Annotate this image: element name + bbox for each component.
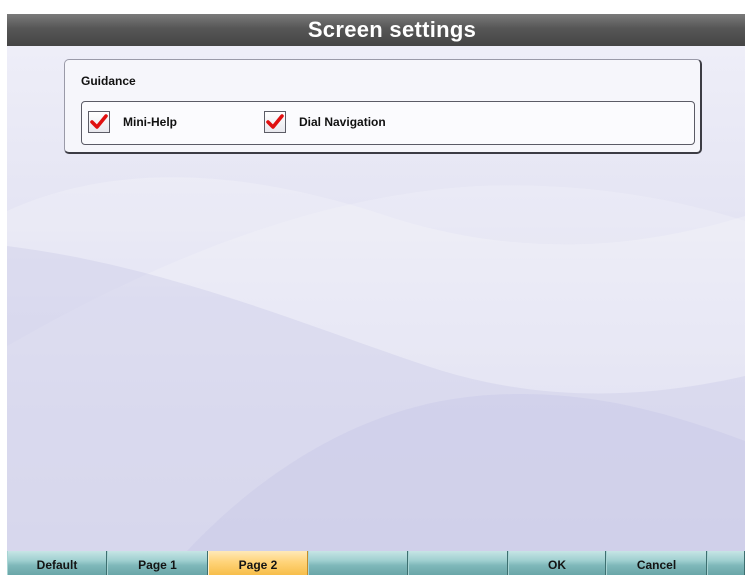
guidance-options-box: Mini-Help Dial Navigation bbox=[81, 101, 695, 145]
ok-button[interactable]: OK bbox=[508, 551, 606, 575]
mini-help-checkbox[interactable] bbox=[88, 111, 110, 133]
page-1-button[interactable]: Page 1 bbox=[107, 551, 208, 575]
dial-navigation-option[interactable]: Dial Navigation bbox=[264, 111, 386, 133]
window-title: Screen settings bbox=[307, 17, 477, 42]
mini-help-label: Mini-Help bbox=[123, 115, 177, 129]
title-bar: Screen settings bbox=[7, 14, 745, 46]
page-2-button[interactable]: Page 2 bbox=[208, 551, 308, 575]
empty-button-8[interactable] bbox=[707, 551, 745, 575]
dial-navigation-label: Dial Navigation bbox=[299, 115, 386, 129]
default-button[interactable]: Default bbox=[7, 551, 107, 575]
content-area: Guidance Mini-Help Dial Navigation bbox=[7, 46, 745, 551]
red-checkmark-icon bbox=[266, 114, 284, 129]
cancel-button[interactable]: Cancel bbox=[606, 551, 707, 575]
empty-button-4[interactable] bbox=[308, 551, 408, 575]
guidance-panel: Guidance Mini-Help Dial Navigation bbox=[64, 59, 702, 154]
empty-button-5[interactable] bbox=[408, 551, 508, 575]
screen-settings-window: Screen settings Guidance Mini-Help Dial … bbox=[7, 14, 745, 575]
bottom-button-bar: Default Page 1 Page 2 OK Cancel bbox=[7, 551, 745, 575]
guidance-group-label: Guidance bbox=[81, 74, 136, 88]
red-checkmark-icon bbox=[90, 114, 108, 129]
dial-navigation-checkbox[interactable] bbox=[264, 111, 286, 133]
mini-help-option[interactable]: Mini-Help bbox=[88, 111, 177, 133]
